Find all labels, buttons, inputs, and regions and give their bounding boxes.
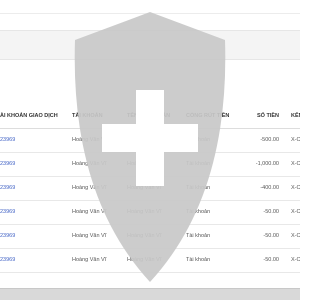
toolbar-band <box>0 30 300 60</box>
col-header-channel[interactable]: KÊN <box>291 104 300 129</box>
account-cell: Hoàng Văn Vĩ <box>72 248 127 273</box>
channel-cell: X-C <box>291 224 300 249</box>
transaction-id-cell[interactable]: 23969 <box>0 176 72 201</box>
withdrawal-gateway-cell: Tài khoản <box>186 152 249 177</box>
channel-cell: X-C <box>291 200 300 225</box>
table-row[interactable]: 23969 Hoàng Văn Vĩ Hoàng Văn Vĩ Tài khoản -1… <box>0 152 300 177</box>
transaction-id-cell[interactable]: 23969 <box>0 200 72 225</box>
channel-cell: X-C <box>291 128 300 153</box>
transaction-id-cell[interactable]: 23969 <box>0 248 72 273</box>
col-header-account-name[interactable]: TÊN TÀI KHOẢN <box>127 104 186 129</box>
channel-cell: X-C <box>291 176 300 201</box>
withdrawal-gateway-cell: Tài khoản <box>186 176 249 201</box>
table-row[interactable]: 23969 Hoàng Văn Vĩ Hoàng Văn Vĩ Tài khoản -4… <box>0 176 300 201</box>
channel-cell: X-C <box>291 152 300 177</box>
amount-cell: -1,000.00 <box>249 152 291 177</box>
transaction-id-cell[interactable]: 23969 <box>0 128 72 153</box>
account-cell: Hoàng Văn Vĩ <box>72 128 127 153</box>
amount-cell: -500.00 <box>249 128 291 153</box>
amount-cell: -50.00 <box>249 200 291 225</box>
table-row[interactable]: 23969 Hoàng Văn Vĩ Hoàng Văn Vĩ Tài khoản -5… <box>0 200 300 225</box>
withdrawal-gateway-cell: Tài khoản <box>186 128 249 153</box>
account-name-cell: Hoàng Văn Vĩ <box>127 200 186 225</box>
transaction-id-cell[interactable]: 23969 <box>0 152 72 177</box>
withdrawal-gateway-cell: Tài khoản <box>186 200 249 225</box>
amount-cell: -400.00 <box>249 176 291 201</box>
horizontal-scrollbar[interactable] <box>0 288 300 300</box>
account-name-cell: Hoàng Văn Vĩ <box>127 176 186 201</box>
account-cell: Hoàng Văn Vĩ <box>72 200 127 225</box>
table-row[interactable]: 23969 Hoàng Văn Vĩ Hoàng Văn Vĩ Tài khoản -5… <box>0 248 300 273</box>
col-header-withdrawal-gateway[interactable]: CỔNG RÚT TIỀN <box>186 104 249 129</box>
account-cell: Hoàng Văn Vĩ <box>72 152 127 177</box>
account-name-cell: Hoàng Văn Vĩ <box>127 128 186 153</box>
transaction-id-cell[interactable]: 23969 <box>0 224 72 249</box>
transaction-table: ÀI KHOẢN GIAO DỊCH TÀI KHOẢN TÊN TÀI KHO… <box>0 104 300 273</box>
table-header-row: ÀI KHOẢN GIAO DỊCH TÀI KHOẢN TÊN TÀI KHO… <box>0 104 300 129</box>
withdrawal-gateway-cell: Tài khoản <box>186 224 249 249</box>
account-name-cell: Hoàng Văn Vĩ <box>127 248 186 273</box>
channel-cell: X-C <box>291 248 300 273</box>
withdrawal-gateway-cell: Tài khoản <box>186 248 249 273</box>
amount-cell: -50.00 <box>249 224 291 249</box>
account-name-cell: Hoàng Văn Vĩ <box>127 152 186 177</box>
account-cell: Hoàng Văn Vĩ <box>72 224 127 249</box>
col-header-amount[interactable]: SỐ TIỀN <box>249 104 291 129</box>
account-cell: Hoàng Văn Vĩ <box>72 176 127 201</box>
col-header-transaction-account[interactable]: ÀI KHOẢN GIAO DỊCH <box>0 104 72 129</box>
top-strip <box>0 0 300 14</box>
table-row[interactable]: 23969 Hoàng Văn Vĩ Hoàng Văn Vĩ Tài khoản -5… <box>0 224 300 249</box>
account-name-cell: Hoàng Văn Vĩ <box>127 224 186 249</box>
table-row[interactable]: 23969 Hoàng Văn Vĩ Hoàng Văn Vĩ Tài khoản -5… <box>0 128 300 153</box>
amount-cell: -50.00 <box>249 248 291 273</box>
col-header-account[interactable]: TÀI KHOẢN <box>72 104 127 129</box>
